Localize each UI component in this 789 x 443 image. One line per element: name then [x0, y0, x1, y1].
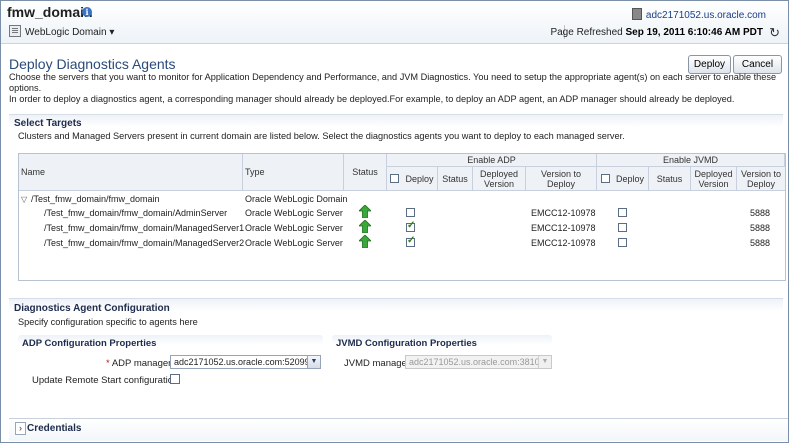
col-jvmd-version-to-deploy-header: Version to Deploy	[737, 167, 785, 191]
adp-deploy-checkbox[interactable]	[406, 220, 415, 232]
targets-table: Name Type Status Enable ADP Enable JVMD …	[18, 153, 786, 281]
select-targets-band	[9, 114, 783, 127]
adp-version-to-deploy: EMCC12-10978	[531, 223, 596, 233]
adp-manager-label-text: ADP manager	[111, 358, 172, 369]
adp-select-all-checkbox[interactable]	[390, 174, 400, 183]
jvmd-version-to-deploy: 5888	[750, 208, 771, 218]
status-up-icon	[359, 205, 371, 218]
app-window: fmw_domain i WebLogic Domain ▾ adc217105…	[0, 0, 789, 443]
select-targets-heading: Select Targets	[14, 118, 82, 129]
domain-title: fmw_domain	[7, 4, 93, 20]
refresh-icon[interactable]: ↻	[769, 25, 780, 41]
page-title: Deploy Diagnostics Agents	[9, 56, 176, 72]
jvmd-version-to-deploy: 5888	[750, 238, 771, 248]
chevron-down-icon[interactable]: ▼	[307, 356, 320, 368]
col-jvmd-deployed-version-header: Deployed Version	[691, 167, 737, 191]
row-name: /Test_fmw_domain/fmw_domain/AdminServer	[44, 208, 228, 218]
adp-manager-select[interactable]: adc2171052.us.oracle.com:52099 ▼	[170, 355, 321, 369]
config-description: Specify configuration specific to agents…	[18, 317, 198, 327]
jvmd-deploy-checkbox[interactable]	[618, 208, 627, 217]
jvmd-select-all-checkbox[interactable]	[600, 174, 610, 183]
host-link[interactable]: adc2171052.us.oracle.com	[631, 8, 766, 21]
col-enable-jvmd-header: Enable JVMD	[597, 154, 785, 167]
page-refreshed-label: Page Refreshed	[550, 27, 623, 38]
row-type: Oracle WebLogic Domain	[245, 194, 348, 204]
adp-version-to-deploy: EMCC12-10978	[531, 238, 596, 248]
jvmd-manager-value: adc2171052.us.oracle.com:3810	[409, 357, 540, 367]
col-jvmd-status-header: Status	[649, 167, 691, 191]
chevron-down-icon: ▾	[109, 27, 115, 38]
expand-icon[interactable]: ›	[15, 422, 26, 435]
col-jvmd-deploy-header: Deploy	[597, 167, 649, 191]
page-refreshed: Page Refreshed Sep 19, 2011 6:10:46 AM P…	[550, 27, 763, 38]
col-name-header[interactable]: Name	[19, 154, 243, 191]
tree-collapse-icon[interactable]: ▽	[21, 195, 27, 204]
row-type: Oracle WebLogic Server	[245, 223, 343, 233]
adp-deploy-checkbox[interactable]	[406, 208, 415, 217]
credentials-bar[interactable]: › Credentials	[9, 418, 788, 441]
page-refreshed-time: Sep 19, 2011 6:10:46 AM PDT	[625, 27, 763, 38]
jvmd-deploy-checkbox[interactable]	[618, 238, 627, 247]
chevron-down-icon: ▼	[538, 356, 551, 368]
adp-deploy-checkbox[interactable]	[406, 235, 415, 247]
jvmd-config-heading: JVMD Configuration Properties	[336, 338, 477, 349]
jvmd-version-to-deploy: 5888	[750, 223, 771, 233]
page-description-line1: Choose the servers that you want to moni…	[9, 72, 777, 93]
row-type: Oracle WebLogic Server	[245, 208, 343, 218]
col-adp-deploy-header: Deploy	[387, 167, 438, 191]
server-icon	[631, 8, 642, 20]
header-bar: fmw_domain i WebLogic Domain ▾ adc217105…	[1, 1, 788, 44]
row-type: Oracle WebLogic Server	[245, 238, 343, 248]
jvmd-manager-label: JVMD manager	[344, 358, 410, 369]
config-heading: Diagnostics Agent Configuration	[14, 303, 170, 314]
col-enable-adp-header: Enable ADP	[387, 154, 597, 167]
adp-version-to-deploy: EMCC12-10978	[531, 208, 596, 218]
row-name: /Test_fmw_domain/fmw_domain/ManagedServe…	[44, 238, 245, 248]
status-up-icon	[359, 235, 371, 248]
jvmd-deploy-checkbox[interactable]	[618, 223, 627, 232]
weblogic-domain-menu[interactable]: WebLogic Domain ▾	[9, 25, 114, 38]
page-description: Choose the servers that you want to moni…	[9, 72, 784, 105]
update-remote-start-label: Update Remote Start configuration	[32, 375, 179, 386]
page-description-line2: In order to deploy a diagnostics agent, …	[9, 94, 735, 104]
row-name: /Test_fmw_domain/fmw_domain	[31, 194, 160, 204]
jvmd-manager-select: adc2171052.us.oracle.com:3810 ▼	[405, 355, 552, 369]
adp-manager-value: adc2171052.us.oracle.com:52099	[174, 357, 310, 367]
adp-deploy-label: Deploy	[405, 173, 434, 184]
required-marker: *	[106, 358, 110, 369]
host-link-text[interactable]: adc2171052.us.oracle.com	[646, 10, 766, 21]
select-targets-description: Clusters and Managed Servers present in …	[18, 131, 625, 141]
info-icon[interactable]: i	[82, 7, 92, 17]
adp-manager-label: * ADP manager	[106, 358, 171, 369]
jvmd-deploy-label: Deploy	[615, 173, 644, 184]
col-adp-version-to-deploy-header: Version to Deploy	[526, 167, 597, 191]
col-type-header[interactable]: Type	[243, 154, 344, 191]
col-adp-deployed-version-header: Deployed Version	[473, 167, 526, 191]
weblogic-domain-menu-label: WebLogic Domain	[25, 27, 107, 38]
adp-config-heading: ADP Configuration Properties	[22, 338, 157, 349]
update-remote-start-checkbox[interactable]	[170, 374, 180, 384]
status-up-icon	[359, 220, 371, 233]
row-name: /Test_fmw_domain/fmw_domain/ManagedServe…	[44, 223, 245, 233]
col-status-header[interactable]: Status	[344, 154, 387, 191]
weblogic-domain-icon	[9, 25, 21, 37]
col-adp-status-header: Status	[438, 167, 473, 191]
credentials-label[interactable]: Credentials	[27, 423, 81, 434]
